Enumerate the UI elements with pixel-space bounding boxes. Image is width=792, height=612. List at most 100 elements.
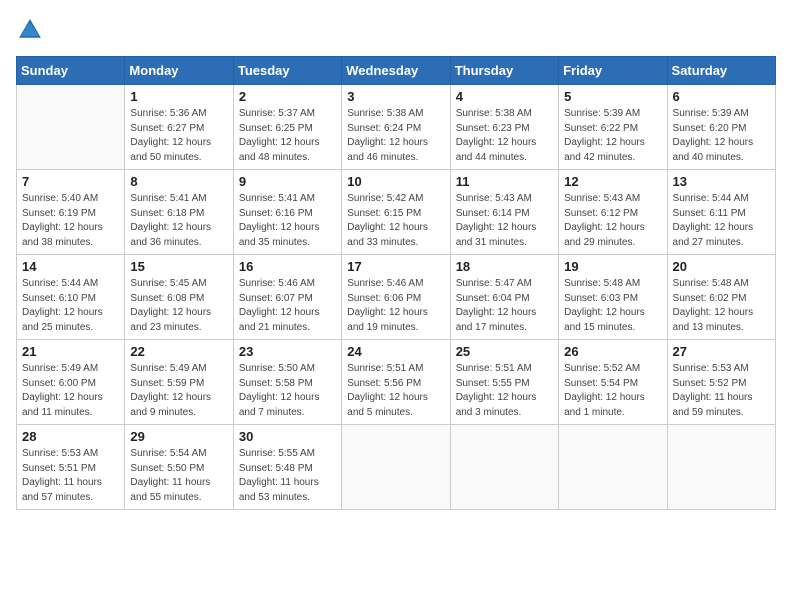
- day-info: Sunrise: 5:41 AMSunset: 6:18 PMDaylight:…: [130, 192, 227, 250]
- day-info: Sunrise: 5:38 AMSunset: 6:23 PMDaylight:…: [456, 107, 553, 165]
- day-info: Sunrise: 5:53 AMSunset: 5:51 PMDaylight:…: [22, 447, 119, 505]
- day-info: Sunrise: 5:46 AMSunset: 6:07 PMDaylight:…: [239, 277, 336, 335]
- calendar-cell: 21 Sunrise: 5:49 AMSunset: 6:00 PMDaylig…: [17, 340, 125, 425]
- day-info: Sunrise: 5:37 AMSunset: 6:25 PMDaylight:…: [239, 107, 336, 165]
- calendar-cell: 25 Sunrise: 5:51 AMSunset: 5:55 PMDaylig…: [450, 340, 558, 425]
- day-number: 24: [347, 344, 444, 359]
- page-header: [16, 16, 776, 44]
- calendar-header-row: SundayMondayTuesdayWednesdayThursdayFrid…: [17, 57, 776, 85]
- day-number: 7: [22, 174, 119, 189]
- day-info: Sunrise: 5:43 AMSunset: 6:12 PMDaylight:…: [564, 192, 661, 250]
- calendar-cell: 8 Sunrise: 5:41 AMSunset: 6:18 PMDayligh…: [125, 170, 233, 255]
- calendar-cell: [667, 425, 775, 510]
- day-info: Sunrise: 5:42 AMSunset: 6:15 PMDaylight:…: [347, 192, 444, 250]
- day-number: 10: [347, 174, 444, 189]
- day-number: 18: [456, 259, 553, 274]
- day-info: Sunrise: 5:39 AMSunset: 6:22 PMDaylight:…: [564, 107, 661, 165]
- calendar-cell: 29 Sunrise: 5:54 AMSunset: 5:50 PMDaylig…: [125, 425, 233, 510]
- day-info: Sunrise: 5:39 AMSunset: 6:20 PMDaylight:…: [673, 107, 770, 165]
- calendar-weekday-wednesday: Wednesday: [342, 57, 450, 85]
- day-number: 20: [673, 259, 770, 274]
- calendar-cell: 28 Sunrise: 5:53 AMSunset: 5:51 PMDaylig…: [17, 425, 125, 510]
- calendar-weekday-tuesday: Tuesday: [233, 57, 341, 85]
- day-info: Sunrise: 5:55 AMSunset: 5:48 PMDaylight:…: [239, 447, 336, 505]
- calendar-weekday-monday: Monday: [125, 57, 233, 85]
- day-number: 3: [347, 89, 444, 104]
- calendar-cell: 23 Sunrise: 5:50 AMSunset: 5:58 PMDaylig…: [233, 340, 341, 425]
- calendar-week-row: 21 Sunrise: 5:49 AMSunset: 6:00 PMDaylig…: [17, 340, 776, 425]
- day-info: Sunrise: 5:48 AMSunset: 6:02 PMDaylight:…: [673, 277, 770, 335]
- day-info: Sunrise: 5:47 AMSunset: 6:04 PMDaylight:…: [456, 277, 553, 335]
- day-info: Sunrise: 5:44 AMSunset: 6:11 PMDaylight:…: [673, 192, 770, 250]
- day-number: 5: [564, 89, 661, 104]
- day-number: 19: [564, 259, 661, 274]
- calendar-cell: [342, 425, 450, 510]
- day-info: Sunrise: 5:41 AMSunset: 6:16 PMDaylight:…: [239, 192, 336, 250]
- day-number: 11: [456, 174, 553, 189]
- day-info: Sunrise: 5:45 AMSunset: 6:08 PMDaylight:…: [130, 277, 227, 335]
- calendar-cell: 17 Sunrise: 5:46 AMSunset: 6:06 PMDaylig…: [342, 255, 450, 340]
- calendar-cell: 12 Sunrise: 5:43 AMSunset: 6:12 PMDaylig…: [559, 170, 667, 255]
- day-number: 25: [456, 344, 553, 359]
- calendar-week-row: 1 Sunrise: 5:36 AMSunset: 6:27 PMDayligh…: [17, 85, 776, 170]
- calendar-cell: 6 Sunrise: 5:39 AMSunset: 6:20 PMDayligh…: [667, 85, 775, 170]
- calendar-cell: 14 Sunrise: 5:44 AMSunset: 6:10 PMDaylig…: [17, 255, 125, 340]
- day-number: 16: [239, 259, 336, 274]
- calendar-week-row: 14 Sunrise: 5:44 AMSunset: 6:10 PMDaylig…: [17, 255, 776, 340]
- day-number: 6: [673, 89, 770, 104]
- day-info: Sunrise: 5:43 AMSunset: 6:14 PMDaylight:…: [456, 192, 553, 250]
- calendar-cell: 16 Sunrise: 5:46 AMSunset: 6:07 PMDaylig…: [233, 255, 341, 340]
- day-number: 9: [239, 174, 336, 189]
- day-number: 26: [564, 344, 661, 359]
- calendar-cell: [559, 425, 667, 510]
- day-info: Sunrise: 5:53 AMSunset: 5:52 PMDaylight:…: [673, 362, 770, 420]
- day-info: Sunrise: 5:49 AMSunset: 6:00 PMDaylight:…: [22, 362, 119, 420]
- day-number: 29: [130, 429, 227, 444]
- calendar-cell: 7 Sunrise: 5:40 AMSunset: 6:19 PMDayligh…: [17, 170, 125, 255]
- day-number: 8: [130, 174, 227, 189]
- day-number: 15: [130, 259, 227, 274]
- calendar-weekday-friday: Friday: [559, 57, 667, 85]
- day-info: Sunrise: 5:51 AMSunset: 5:55 PMDaylight:…: [456, 362, 553, 420]
- calendar-table: SundayMondayTuesdayWednesdayThursdayFrid…: [16, 56, 776, 510]
- calendar-cell: 3 Sunrise: 5:38 AMSunset: 6:24 PMDayligh…: [342, 85, 450, 170]
- day-info: Sunrise: 5:51 AMSunset: 5:56 PMDaylight:…: [347, 362, 444, 420]
- calendar-cell: 30 Sunrise: 5:55 AMSunset: 5:48 PMDaylig…: [233, 425, 341, 510]
- calendar-cell: 10 Sunrise: 5:42 AMSunset: 6:15 PMDaylig…: [342, 170, 450, 255]
- day-number: 12: [564, 174, 661, 189]
- calendar-cell: 18 Sunrise: 5:47 AMSunset: 6:04 PMDaylig…: [450, 255, 558, 340]
- calendar-weekday-thursday: Thursday: [450, 57, 558, 85]
- calendar-cell: 4 Sunrise: 5:38 AMSunset: 6:23 PMDayligh…: [450, 85, 558, 170]
- calendar-weekday-saturday: Saturday: [667, 57, 775, 85]
- day-number: 23: [239, 344, 336, 359]
- day-number: 21: [22, 344, 119, 359]
- day-info: Sunrise: 5:46 AMSunset: 6:06 PMDaylight:…: [347, 277, 444, 335]
- calendar-cell: [17, 85, 125, 170]
- calendar-cell: 2 Sunrise: 5:37 AMSunset: 6:25 PMDayligh…: [233, 85, 341, 170]
- calendar-week-row: 7 Sunrise: 5:40 AMSunset: 6:19 PMDayligh…: [17, 170, 776, 255]
- day-info: Sunrise: 5:54 AMSunset: 5:50 PMDaylight:…: [130, 447, 227, 505]
- calendar-cell: 13 Sunrise: 5:44 AMSunset: 6:11 PMDaylig…: [667, 170, 775, 255]
- day-number: 30: [239, 429, 336, 444]
- day-number: 27: [673, 344, 770, 359]
- day-info: Sunrise: 5:52 AMSunset: 5:54 PMDaylight:…: [564, 362, 661, 420]
- day-info: Sunrise: 5:38 AMSunset: 6:24 PMDaylight:…: [347, 107, 444, 165]
- day-info: Sunrise: 5:50 AMSunset: 5:58 PMDaylight:…: [239, 362, 336, 420]
- day-number: 2: [239, 89, 336, 104]
- calendar-cell: 22 Sunrise: 5:49 AMSunset: 5:59 PMDaylig…: [125, 340, 233, 425]
- calendar-cell: 27 Sunrise: 5:53 AMSunset: 5:52 PMDaylig…: [667, 340, 775, 425]
- day-number: 14: [22, 259, 119, 274]
- calendar-cell: 1 Sunrise: 5:36 AMSunset: 6:27 PMDayligh…: [125, 85, 233, 170]
- logo: [16, 16, 48, 44]
- day-number: 13: [673, 174, 770, 189]
- calendar-cell: 15 Sunrise: 5:45 AMSunset: 6:08 PMDaylig…: [125, 255, 233, 340]
- day-number: 17: [347, 259, 444, 274]
- day-info: Sunrise: 5:36 AMSunset: 6:27 PMDaylight:…: [130, 107, 227, 165]
- calendar-cell: 5 Sunrise: 5:39 AMSunset: 6:22 PMDayligh…: [559, 85, 667, 170]
- day-info: Sunrise: 5:40 AMSunset: 6:19 PMDaylight:…: [22, 192, 119, 250]
- calendar-cell: 11 Sunrise: 5:43 AMSunset: 6:14 PMDaylig…: [450, 170, 558, 255]
- logo-icon: [16, 16, 44, 44]
- calendar-cell: [450, 425, 558, 510]
- day-info: Sunrise: 5:44 AMSunset: 6:10 PMDaylight:…: [22, 277, 119, 335]
- day-number: 28: [22, 429, 119, 444]
